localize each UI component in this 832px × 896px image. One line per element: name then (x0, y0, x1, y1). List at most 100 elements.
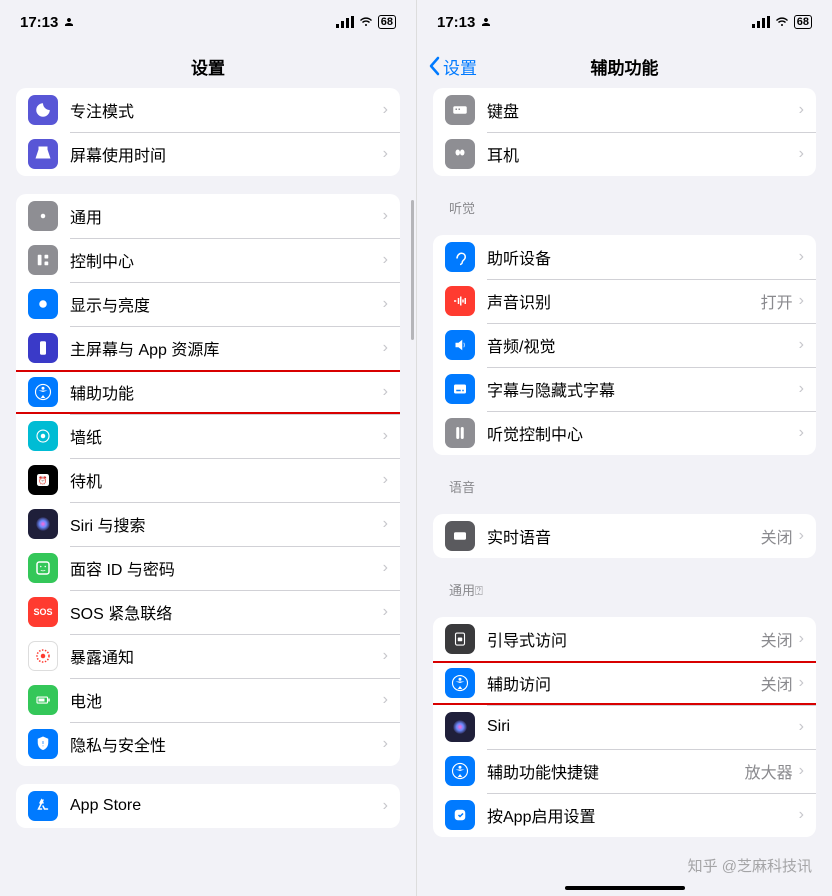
row-appstore[interactable]: App Store› (16, 784, 400, 828)
row-faceid[interactable]: 面容 ID 与密码› (16, 546, 400, 590)
row-keyboard[interactable]: 键盘› (433, 88, 816, 132)
airpods-icon (445, 139, 475, 169)
row-shortcut[interactable]: 辅助功能快捷键放大器 › (433, 749, 816, 793)
statusbar: 17:13 68 (0, 0, 416, 44)
row-label: 通用 (70, 204, 383, 228)
row-home[interactable]: 主屏幕与 App 资源库› (16, 326, 400, 370)
general-icon (28, 201, 58, 231)
home-indicator[interactable] (565, 886, 685, 890)
row-label: 面容 ID 与密码 (70, 556, 383, 580)
chevron-right-icon: › (799, 101, 804, 119)
group-header: 通用⍰ (449, 580, 832, 599)
row-audio[interactable]: 音频/视觉› (433, 323, 816, 367)
group-header: 语音 (449, 477, 832, 496)
screentime-icon (28, 139, 58, 169)
row-sos[interactable]: SOSSOS 紧急联络› (16, 590, 400, 634)
wallpaper-icon (28, 421, 58, 451)
chevron-right-icon: › (799, 292, 804, 310)
row-siri[interactable]: Siri 与搜索› (16, 502, 400, 546)
row-standby[interactable]: ⏰待机› (16, 458, 400, 502)
siri2-icon (445, 712, 475, 742)
row-display[interactable]: 显示与亮度› (16, 282, 400, 326)
row-label: 音频/视觉 (487, 333, 799, 357)
home-icon (28, 333, 58, 363)
row-screentime[interactable]: 屏幕使用时间› (16, 132, 400, 176)
sos-icon: SOS (28, 597, 58, 627)
row-value: 放大器 (745, 759, 793, 783)
chevron-right-icon: › (799, 248, 804, 266)
page-title: 设置 (191, 54, 225, 79)
row-value: 关闭 (761, 524, 793, 548)
guided-icon (445, 624, 475, 654)
phone-left: 17:13 68 设置 专注模式›屏幕使用时间›通用›控制中心›显示与亮度›主屏… (0, 0, 416, 896)
row-label: 墙纸 (70, 424, 383, 448)
subtitle-icon (445, 374, 475, 404)
hearctl-icon (445, 418, 475, 448)
standby-icon: ⏰ (28, 465, 58, 495)
row-battery[interactable]: 电池› (16, 678, 400, 722)
row-label: 待机 (70, 468, 383, 492)
privacy-icon (28, 729, 58, 759)
chevron-left-icon (429, 56, 441, 76)
row-label: 实时语音 (487, 524, 761, 548)
row-general[interactable]: 通用› (16, 194, 400, 238)
row-assist[interactable]: 辅助访问关闭› (433, 661, 816, 705)
settings-group: 实时语音关闭› (433, 514, 816, 558)
chevron-right-icon: › (799, 762, 804, 780)
chevron-right-icon: › (799, 674, 804, 692)
row-airpods[interactable]: 耳机› (433, 132, 816, 176)
row-label: 字幕与隐藏式字幕 (487, 377, 799, 401)
row-label: 耳机 (487, 142, 799, 166)
row-label: 隐私与安全性 (70, 732, 383, 756)
chevron-right-icon: › (383, 101, 388, 119)
row-perapp[interactable]: 按App启用设置› (433, 793, 816, 837)
svg-text:⏰: ⏰ (38, 475, 47, 485)
chevron-right-icon: › (799, 380, 804, 398)
row-label: 专注模式 (70, 98, 383, 122)
row-accessibility[interactable]: 辅助功能› (16, 370, 400, 414)
row-exposure[interactable]: 暴露通知› (16, 634, 400, 678)
chevron-right-icon: › (799, 336, 804, 354)
row-sound[interactable]: 声音识别打开› (433, 279, 816, 323)
row-siri2[interactable]: Siri› (433, 705, 816, 749)
row-label: 主屏幕与 App 资源库 (70, 336, 383, 360)
signal-icon (336, 16, 354, 28)
appstore-icon (28, 791, 58, 821)
row-label: 键盘 (487, 98, 799, 122)
back-button[interactable]: 设置 (429, 54, 477, 79)
time: 17:13 (20, 14, 58, 31)
battery-icon (28, 685, 58, 715)
row-label: Siri 与搜索 (70, 512, 383, 536)
scrollbar[interactable] (411, 200, 414, 340)
row-subtitle[interactable]: 字幕与隐藏式字幕› (433, 367, 816, 411)
siri-icon (28, 509, 58, 539)
row-focus[interactable]: 专注模式› (16, 88, 400, 132)
row-label: 辅助功能快捷键 (487, 759, 745, 783)
row-control[interactable]: 控制中心› (16, 238, 400, 282)
row-wallpaper[interactable]: 墙纸› (16, 414, 400, 458)
row-label: Siri (487, 718, 799, 736)
keyboard-icon (445, 95, 475, 125)
chevron-right-icon: › (383, 295, 388, 313)
row-label: 引导式访问 (487, 627, 761, 651)
shortcut-icon (445, 756, 475, 786)
row-label: 控制中心 (70, 248, 383, 272)
row-privacy[interactable]: 隐私与安全性› (16, 722, 400, 766)
row-live[interactable]: 实时语音关闭› (433, 514, 816, 558)
person-icon (63, 16, 75, 28)
settings-group: App Store› (16, 784, 400, 828)
settings-group: 助听设备›声音识别打开›音频/视觉›字幕与隐藏式字幕›听觉控制中心› (433, 235, 816, 455)
navbar-right: 设置 辅助功能 (417, 44, 832, 88)
battery-pct: 68 (378, 15, 396, 29)
control-icon (28, 245, 58, 275)
watermark: 知乎 @芝麻科技讯 (688, 855, 812, 876)
group-header: 听觉 (449, 198, 832, 217)
row-guided[interactable]: 引导式访问关闭› (433, 617, 816, 661)
chevron-right-icon: › (383, 559, 388, 577)
row-hearctl[interactable]: 听觉控制中心› (433, 411, 816, 455)
row-hearing[interactable]: 助听设备› (433, 235, 816, 279)
row-label: 按App启用设置 (487, 803, 799, 827)
row-value: 关闭 (761, 671, 793, 695)
settings-group: 引导式访问关闭›辅助访问关闭›Siri›辅助功能快捷键放大器›按App启用设置› (433, 617, 816, 837)
wifi-icon (774, 16, 790, 28)
